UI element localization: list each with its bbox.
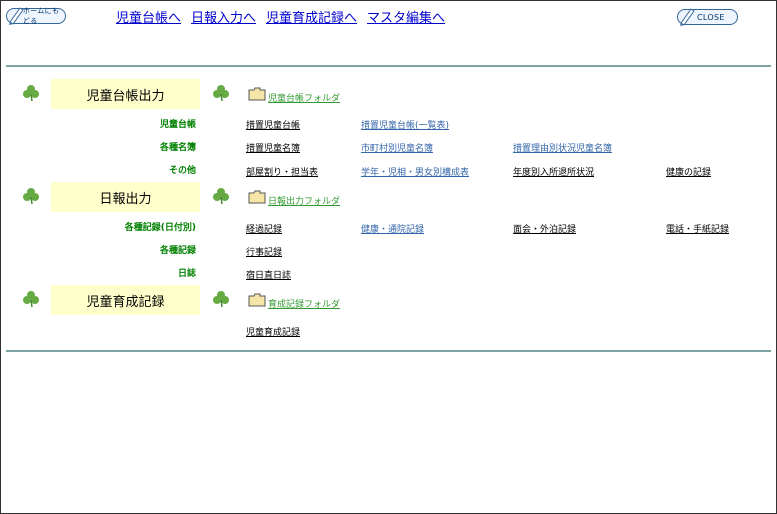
folder-link-daicho[interactable]: 児童台帳フォルダ xyxy=(248,87,340,104)
report-link[interactable]: 健康・通院記録 xyxy=(361,222,424,235)
pen-icon xyxy=(678,8,696,26)
nav-link-ikusei[interactable]: 児童育成記録へ xyxy=(266,11,357,26)
report-link[interactable]: 宿日直日誌 xyxy=(246,268,291,281)
folder-label[interactable]: 育成記録フォルダ xyxy=(268,297,340,310)
clover-icon xyxy=(23,85,39,102)
folder-label[interactable]: 日報出力フォルダ xyxy=(268,194,340,207)
report-link[interactable]: 健康の記録 xyxy=(666,165,711,178)
clover-icon xyxy=(23,291,39,308)
nav-link-daicho[interactable]: 児童台帳へ xyxy=(116,11,181,26)
report-link[interactable]: 年度別入所退所状況 xyxy=(513,165,594,178)
report-link[interactable]: 行事記録 xyxy=(246,245,282,258)
folder-icon xyxy=(248,87,266,101)
home-button[interactable]: ホームにもどる xyxy=(6,7,66,25)
category-label: 日誌 xyxy=(177,269,196,279)
report-link[interactable]: 措置理由別状況児童名簿 xyxy=(513,141,612,154)
divider-bottom xyxy=(6,350,771,352)
home-button-label: ホームにもどる xyxy=(22,7,60,25)
close-button[interactable]: CLOSE xyxy=(677,8,738,26)
category-label: 各種記録(日付別) xyxy=(124,223,196,233)
close-button-label: CLOSE xyxy=(697,12,725,22)
nav-link-nippo[interactable]: 日報入力へ xyxy=(191,11,256,26)
report-link[interactable]: 学年・児相・男女別構成表 xyxy=(361,165,469,178)
top-nav: 児童台帳へ 日報入力へ 児童育成記録へ マスタ編集へ xyxy=(116,7,455,26)
folder-link-nippo[interactable]: 日報出力フォルダ xyxy=(248,190,340,207)
report-link[interactable]: 面会・外泊記録 xyxy=(513,222,576,235)
category-label: 各種記録 xyxy=(159,246,196,256)
clover-icon xyxy=(23,188,39,205)
nav-link-master[interactable]: マスタ編集へ xyxy=(367,11,445,26)
folder-icon xyxy=(248,293,266,307)
clover-icon xyxy=(213,188,229,205)
report-link[interactable]: 措置児童台帳(一覧表) xyxy=(361,118,449,131)
report-link[interactable]: 措置児童台帳 xyxy=(246,118,300,131)
report-link[interactable]: 電話・手紙記録 xyxy=(666,222,729,235)
report-link[interactable]: 経過記録 xyxy=(246,222,282,235)
section-title-daicho: 児童台帳出力 xyxy=(51,79,200,109)
category-label: その他 xyxy=(168,166,196,176)
category-label: 各種名簿 xyxy=(159,143,196,153)
section-title-ikusei: 児童育成記録 xyxy=(51,285,200,315)
section-title-nippo: 日報出力 xyxy=(51,182,200,212)
report-link[interactable]: 市町村別児童名簿 xyxy=(361,141,433,154)
category-label: 児童台帳 xyxy=(159,120,196,130)
pen-icon xyxy=(7,7,24,25)
clover-icon xyxy=(213,291,229,308)
report-link[interactable]: 部屋割り・担当表 xyxy=(246,165,318,178)
folder-icon xyxy=(248,190,266,204)
divider-top xyxy=(6,65,771,67)
folder-link-ikusei[interactable]: 育成記録フォルダ xyxy=(248,293,340,310)
window-frame xyxy=(0,0,777,514)
report-link[interactable]: 措置児童名簿 xyxy=(246,141,300,154)
clover-icon xyxy=(213,85,229,102)
report-link[interactable]: 児童育成記録 xyxy=(246,325,300,338)
folder-label[interactable]: 児童台帳フォルダ xyxy=(268,91,340,104)
